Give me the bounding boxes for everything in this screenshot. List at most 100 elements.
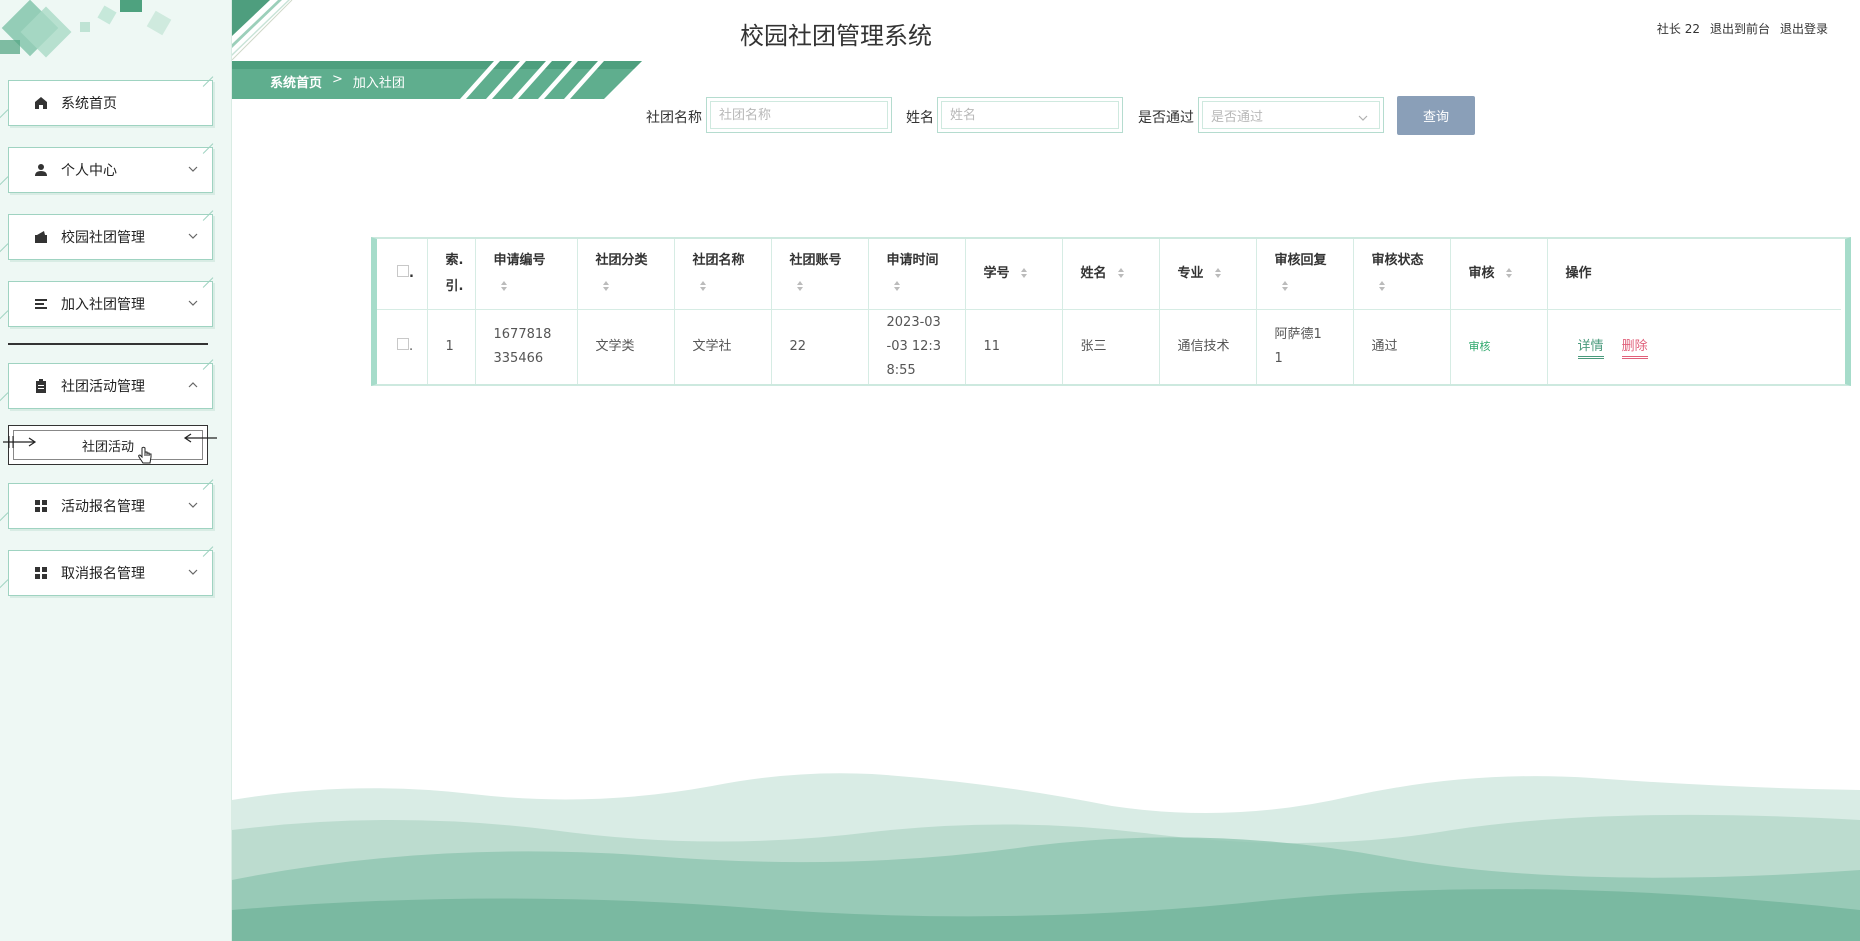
sidebar-item-home[interactable]: 系统首页 [8, 80, 213, 126]
header-app-no[interactable]: 申请编号 [475, 239, 578, 310]
club-name-field [706, 97, 892, 133]
header-apply-time[interactable]: 申请时间 [868, 239, 966, 310]
sidebar-item-cancel-signup-management[interactable]: 取消报名管理 [8, 550, 213, 596]
breadcrumb-home[interactable]: 系统首页 [270, 72, 322, 91]
header-label: 申请编号 [493, 252, 546, 268]
cell-index: 1 [427, 309, 476, 384]
cell-status: 通过 [1353, 309, 1451, 384]
main-content: 校园社团管理系统 社长 22 退出到前台 退出登录 系统首页 > 加入社团 社团… [232, 0, 1860, 941]
cell-name: 张三 [1062, 309, 1160, 384]
breadcrumb: 系统首页 > 加入社团 [270, 72, 405, 91]
user-icon [33, 162, 49, 178]
header-label: 社团账号 [789, 252, 842, 268]
apply-time-line1: 2023-03 [886, 314, 941, 330]
cell-student-no: 11 [965, 309, 1063, 384]
header-index-line2: 引. [445, 278, 464, 294]
chevron-down-icon [188, 166, 198, 172]
app-no-line2: 335466 [493, 350, 544, 366]
query-button[interactable]: 查询 [1397, 96, 1475, 135]
audit-link[interactable]: 审核 [1469, 340, 1491, 353]
chevron-down-icon [188, 300, 198, 306]
sidebar: 系统首页 个人中心 校园社团管理 加入社团管理 社团活动管理 社团活动 活动报名… [0, 0, 232, 941]
club-name-input[interactable] [710, 101, 888, 129]
detail-link[interactable]: 详情 [1577, 338, 1604, 359]
submenu-item-label: 社团活动 [81, 439, 134, 455]
cell-category: 文学类 [577, 309, 675, 384]
sidebar-item-label: 校园社团管理 [61, 230, 145, 246]
sidebar-item-label: 取消报名管理 [61, 566, 145, 582]
sort-icon [1215, 268, 1222, 279]
submenu-item-club-activity[interactable]: 社团活动 [3, 425, 217, 465]
footer-waves-decoration [232, 773, 1860, 941]
app-no-line1: 1677818 [493, 326, 552, 342]
hand-cursor-icon [138, 446, 152, 464]
header-name[interactable]: 姓名 [1062, 239, 1160, 310]
row-checkbox[interactable] [397, 337, 409, 350]
chevron-down-icon [188, 569, 198, 575]
header-label: 专业 [1177, 265, 1204, 281]
grid-icon [33, 565, 49, 581]
header-label: 审核状态 [1371, 252, 1424, 268]
header-label: 社团名称 [692, 252, 745, 268]
header-actions: 操作 [1547, 239, 1841, 310]
back-to-front-link[interactable]: 退出到前台 [1710, 20, 1770, 37]
header-major[interactable]: 专业 [1159, 239, 1257, 310]
apply-time-line3: 8:55 [886, 362, 916, 378]
header-label: 学号 [983, 265, 1010, 281]
cell-app-no: 1677818 335466 [475, 309, 578, 384]
header-index: 索. 引. [427, 239, 476, 310]
header-status[interactable]: 审核状态 [1353, 239, 1451, 310]
name-input[interactable] [941, 101, 1119, 129]
sort-icon [699, 281, 706, 292]
name-field [937, 97, 1123, 133]
sidebar-item-club-management[interactable]: 校园社团管理 [8, 214, 213, 260]
header-student-no[interactable]: 学号 [965, 239, 1063, 310]
header-club-account[interactable]: 社团账号 [771, 239, 869, 310]
reply-line1: 阿萨德1 [1274, 326, 1322, 342]
breadcrumb-separator: > [332, 72, 343, 87]
sidebar-item-label: 社团活动管理 [61, 379, 145, 395]
sidebar-divider [8, 343, 208, 345]
sidebar-item-label: 个人中心 [61, 163, 117, 179]
logout-link[interactable]: 退出登录 [1780, 20, 1828, 37]
header-category[interactable]: 社团分类 [577, 239, 675, 310]
sidebar-item-activity-signup-management[interactable]: 活动报名管理 [8, 483, 213, 529]
user-label: 社长 22 [1656, 22, 1700, 36]
data-table: . 索. 引. 申请编号 社团分类 社团名称 社团账号 申请时间 学号 姓名 专… [371, 237, 1851, 386]
chevron-up-icon [188, 382, 198, 388]
row-delete-link[interactable]: 删除 [1621, 338, 1648, 359]
sort-icon [1118, 268, 1125, 279]
chevron-down-icon [188, 233, 198, 239]
chevron-down-icon [1358, 115, 1368, 121]
header-reply[interactable]: 审核回复 [1256, 239, 1354, 310]
header-label: 社团分类 [595, 252, 648, 268]
table: . 索. 引. 申请编号 社团分类 社团名称 社团账号 申请时间 学号 姓名 专… [377, 239, 1841, 384]
apply-time-line2: -03 12:3 [886, 338, 942, 354]
header-label: 审核 [1468, 265, 1495, 281]
clipboard-icon [33, 378, 49, 394]
header-audit[interactable]: 审核 [1450, 239, 1548, 310]
select-all-checkbox[interactable] [397, 264, 409, 277]
header-label: 姓名 [1080, 265, 1107, 281]
sort-icon [1281, 281, 1288, 292]
passed-select[interactable]: 是否通过 [1198, 97, 1384, 133]
cell-club-account: 22 [771, 309, 869, 384]
row-checkbox-dot: . [409, 338, 414, 354]
header-index-line1: 索. [445, 252, 464, 268]
table-header-row: . 索. 引. 申请编号 社团分类 社团名称 社团账号 申请时间 学号 姓名 专… [377, 239, 1841, 310]
passed-select-inner: 是否通过 [1202, 101, 1380, 129]
cell-reply: 阿萨德1 1 [1256, 309, 1354, 384]
sidebar-item-activity-management[interactable]: 社团活动管理 [8, 363, 213, 409]
cell-select: . [377, 309, 428, 384]
table-row: . 1 1677818 335466 文学类 文学社 22 2023-03 -0… [377, 309, 1841, 384]
name-label: 姓名 [906, 110, 934, 126]
arrow-left-icon [183, 433, 217, 443]
header-checkbox-dot: . [409, 265, 414, 281]
sort-icon [1378, 281, 1385, 292]
arrow-right-icon [3, 436, 37, 448]
sidebar-item-personal-center[interactable]: 个人中心 [8, 147, 213, 193]
header-user-area: 社长 22 退出到前台 退出登录 [1657, 20, 1828, 37]
passed-select-placeholder: 是否通过 [1211, 109, 1264, 125]
header-club-name[interactable]: 社团名称 [674, 239, 772, 310]
sidebar-item-join-club-management[interactable]: 加入社团管理 [8, 281, 213, 327]
